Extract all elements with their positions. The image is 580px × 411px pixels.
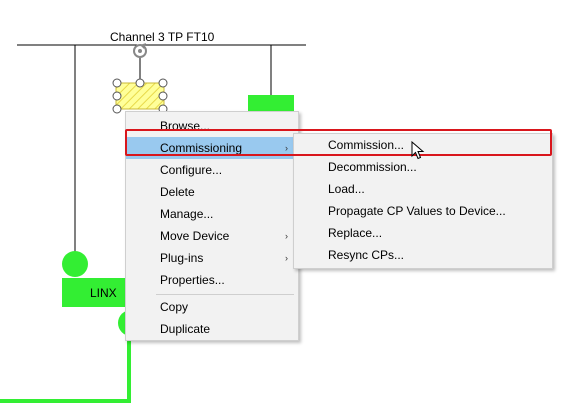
menu-item-label: Propagate CP Values to Device... (328, 204, 506, 218)
chevron-right-icon: › (285, 231, 288, 241)
menu-item-copy[interactable]: Copy (126, 296, 296, 318)
menu-item-manage[interactable]: Manage... (126, 203, 296, 225)
menu-item-plug-ins[interactable]: Plug-ins › (126, 247, 296, 269)
menu-item-duplicate[interactable]: Duplicate (126, 318, 296, 340)
submenu-item-replace[interactable]: Replace... (294, 222, 550, 244)
menu-item-label: Properties... (160, 273, 225, 287)
linx-connector[interactable] (62, 251, 88, 277)
menu-item-label: Move Device (160, 229, 230, 243)
menu-item-properties[interactable]: Properties... (126, 269, 296, 291)
menu-item-label: Manage... (160, 207, 214, 221)
menu-item-label: Load... (328, 182, 365, 196)
submenu-item-propagate-cp-values[interactable]: Propagate CP Values to Device... (294, 200, 550, 222)
menu-item-label: Delete (160, 185, 195, 199)
menu-item-label: Duplicate (160, 322, 211, 336)
menu-item-label: Decommission... (328, 160, 417, 174)
menu-item-move-device[interactable]: Move Device › (126, 225, 296, 247)
menu-item-label: Copy (160, 300, 189, 314)
channel-label: Channel 3 TP FT10 (110, 30, 215, 44)
submenu-item-load[interactable]: Load... (294, 178, 550, 200)
menu-separator (156, 294, 294, 295)
menu-item-label: Configure... (160, 163, 223, 177)
mouse-cursor-icon (411, 141, 425, 160)
linx-label: LINX (90, 286, 117, 300)
menu-item-delete[interactable]: Delete (126, 181, 296, 203)
menu-item-configure[interactable]: Configure... (126, 159, 296, 181)
chevron-right-icon: › (285, 253, 288, 263)
submenu-item-resync-cps[interactable]: Resync CPs... (294, 244, 550, 266)
network-canvas[interactable]: Channel 3 TP FT10 LINX Browse... Commiss… (0, 0, 580, 411)
menu-item-label: Plug-ins (160, 251, 204, 265)
menu-item-label: Replace... (328, 226, 383, 240)
green-wire[interactable] (0, 330, 131, 403)
menu-item-label: Resync CPs... (328, 248, 405, 262)
annotation-highlight-box (125, 129, 552, 156)
